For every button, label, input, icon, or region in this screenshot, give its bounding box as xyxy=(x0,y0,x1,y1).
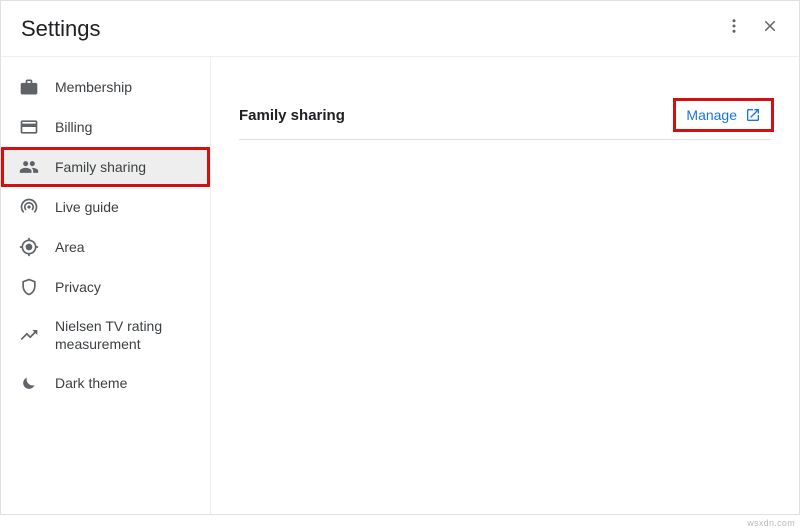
sidebar-item-label: Live guide xyxy=(55,198,119,216)
more-vert-icon xyxy=(725,17,743,35)
sidebar-item-label: Billing xyxy=(55,118,92,136)
sidebar-item-membership[interactable]: Membership xyxy=(1,67,210,107)
sidebar-item-privacy[interactable]: Privacy xyxy=(1,267,210,307)
trending-up-icon xyxy=(19,325,39,345)
sidebar-item-dark-theme[interactable]: Dark theme xyxy=(1,363,210,403)
sidebar-item-live-guide[interactable]: Live guide xyxy=(1,187,210,227)
credit-card-icon xyxy=(19,117,39,137)
sidebar-item-label: Membership xyxy=(55,78,132,96)
more-options-button[interactable] xyxy=(725,17,743,40)
header-actions xyxy=(725,17,779,40)
sidebar-item-label: Area xyxy=(55,238,85,256)
sidebar-item-family-sharing[interactable]: Family sharing xyxy=(1,147,210,187)
section-family-sharing: Family sharing Manage xyxy=(239,101,771,140)
sidebar-item-billing[interactable]: Billing xyxy=(1,107,210,147)
close-icon xyxy=(761,17,779,35)
open-in-new-icon xyxy=(745,107,761,123)
location-target-icon xyxy=(19,237,39,257)
briefcase-icon xyxy=(19,77,39,97)
people-icon xyxy=(19,157,39,177)
watermark: wsxdn.com xyxy=(747,518,795,528)
shield-icon xyxy=(19,277,39,297)
page-title: Settings xyxy=(21,16,101,42)
sidebar-item-area[interactable]: Area xyxy=(1,227,210,267)
broadcast-icon xyxy=(19,197,39,217)
close-button[interactable] xyxy=(761,17,779,40)
moon-icon xyxy=(19,373,39,393)
main-content: Family sharing Manage xyxy=(211,57,799,514)
sidebar-item-label: Privacy xyxy=(55,278,101,296)
manage-link-label: Manage xyxy=(686,107,737,123)
section-title: Family sharing xyxy=(239,107,345,124)
sidebar-item-label: Nielsen TV rating measurement xyxy=(55,317,196,353)
sidebar: Membership Billing Family sharing Live g… xyxy=(1,57,211,514)
sidebar-item-nielsen[interactable]: Nielsen TV rating measurement xyxy=(1,307,210,363)
header: Settings xyxy=(1,1,799,57)
sidebar-item-label: Family sharing xyxy=(55,158,146,176)
sidebar-item-label: Dark theme xyxy=(55,374,127,392)
manage-link[interactable]: Manage xyxy=(676,101,771,129)
